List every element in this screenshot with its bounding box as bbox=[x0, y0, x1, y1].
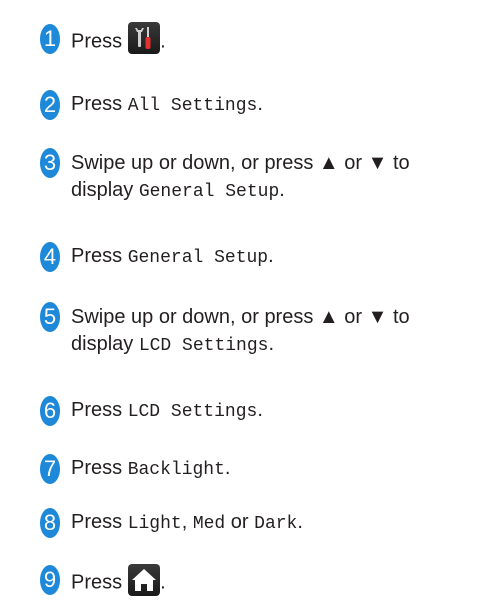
menu-item-name: Backlight bbox=[127, 460, 225, 480]
step-end: . bbox=[297, 511, 303, 533]
menu-item-name: General Setup bbox=[127, 248, 269, 268]
menu-item-name: LCD Settings bbox=[138, 336, 269, 356]
conjunction: or bbox=[230, 511, 249, 533]
step-verb: Press bbox=[71, 511, 123, 533]
step-verb: display bbox=[71, 333, 134, 355]
step-number-badge: 3 bbox=[40, 148, 60, 178]
step-number-badge: 6 bbox=[40, 396, 60, 426]
step-text: Press Light, Med or Dark. bbox=[71, 509, 502, 538]
step-text: Press . bbox=[71, 22, 502, 58]
step-number-badge: 2 bbox=[40, 90, 60, 120]
step-text: Press Backlight. bbox=[71, 455, 502, 484]
step-text: Press LCD Settings. bbox=[71, 397, 502, 426]
step-number-badge: 8 bbox=[40, 508, 60, 538]
option-dark: Dark bbox=[254, 514, 298, 534]
menu-item-name: LCD Settings bbox=[127, 402, 258, 422]
step-end: . bbox=[224, 457, 231, 479]
step-end: . bbox=[160, 571, 166, 594]
settings-tools-icon bbox=[128, 22, 161, 54]
home-icon bbox=[128, 564, 161, 596]
step-line-2: display LCD Settings. bbox=[71, 331, 502, 360]
option-med: Med bbox=[192, 514, 226, 534]
step-end: . bbox=[257, 399, 263, 421]
step-number-badge: 7 bbox=[40, 454, 60, 484]
step-end: . bbox=[160, 30, 166, 53]
step-number-badge: 4 bbox=[40, 242, 60, 272]
separator: , bbox=[181, 511, 188, 533]
step-end: . bbox=[268, 333, 275, 355]
step-line-1: Swipe up or down, or press ▲ or ▼ to bbox=[71, 306, 410, 328]
step-text: Swipe up or down, or press ▲ or ▼ to dis… bbox=[71, 150, 502, 206]
menu-item-name: All Settings bbox=[127, 96, 258, 116]
option-light: Light bbox=[127, 514, 182, 534]
step-number-badge: 1 bbox=[40, 24, 60, 54]
step-end: . bbox=[268, 245, 274, 267]
step-verb: Press bbox=[71, 457, 123, 479]
step-end: . bbox=[257, 93, 263, 115]
step-text: Swipe up or down, or press ▲ or ▼ to dis… bbox=[71, 304, 502, 360]
step-verb: Press bbox=[71, 93, 123, 115]
step-end: . bbox=[279, 179, 285, 201]
step-line-2: display General Setup. bbox=[71, 177, 502, 206]
step-text: Press General Setup. bbox=[71, 243, 502, 272]
menu-item-name: General Setup bbox=[138, 182, 280, 202]
step-verb: Press bbox=[71, 571, 123, 594]
step-verb: display bbox=[71, 179, 134, 201]
step-text: Press All Settings. bbox=[71, 91, 502, 120]
step-line-1: Swipe up or down, or press ▲ or ▼ to bbox=[71, 152, 410, 174]
step-text: Press . bbox=[71, 564, 502, 599]
step-number-badge: 5 bbox=[40, 302, 60, 332]
step-verb: Press bbox=[71, 245, 123, 267]
step-verb: Press bbox=[71, 30, 123, 53]
step-verb: Press bbox=[71, 399, 123, 421]
step-number-badge: 9 bbox=[40, 565, 60, 595]
